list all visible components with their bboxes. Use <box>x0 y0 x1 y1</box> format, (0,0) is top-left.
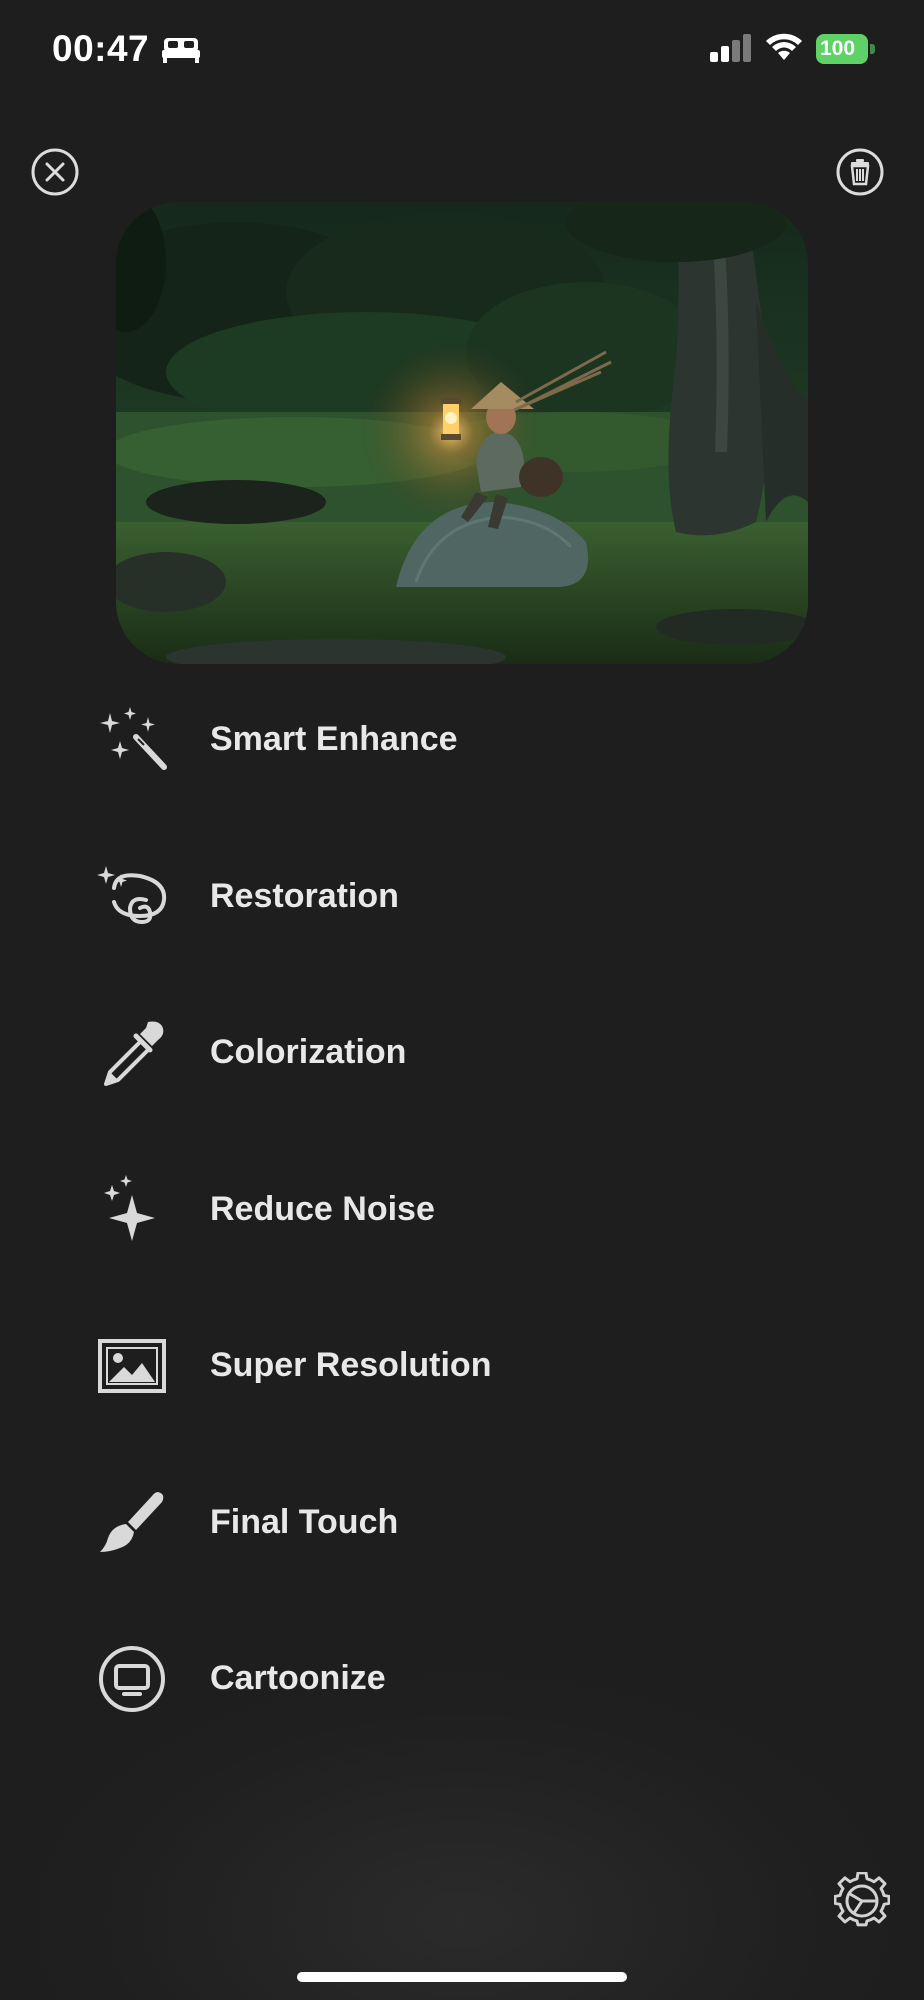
menu-item-restoration[interactable]: Restoration <box>96 847 796 947</box>
wifi-icon <box>766 33 802 60</box>
menu-item-cartoonize[interactable]: Cartoonize <box>96 1629 796 1729</box>
image-icon <box>98 1339 166 1393</box>
status-bar: 00:47 100 <box>0 0 924 100</box>
status-time: 00:47 <box>52 28 150 69</box>
bed-icon <box>162 38 200 63</box>
cellular-signal-icon <box>710 34 751 62</box>
dropper-icon <box>104 1021 164 1086</box>
menu-item-label: Cartoonize <box>210 1659 386 1697</box>
photo-preview[interactable] <box>116 202 808 664</box>
menu-item-label: Restoration <box>210 877 399 915</box>
settings-gear-icon[interactable] <box>834 1872 890 1928</box>
menu-item-label: Reduce Noise <box>210 1190 435 1228</box>
home-indicator[interactable] <box>297 1972 627 1982</box>
restoration-icon <box>97 866 167 925</box>
close-button[interactable] <box>31 148 79 196</box>
trash-button[interactable] <box>836 148 884 196</box>
menu-item-label: Super Resolution <box>210 1346 492 1384</box>
display-circle-icon <box>99 1646 165 1712</box>
battery-charging-icon: 100 <box>816 34 876 64</box>
menu-item-label: Final Touch <box>210 1503 399 1541</box>
menu-item-reduce-noise[interactable]: Reduce Noise <box>96 1160 796 1260</box>
sparkles-icon <box>104 1175 155 1241</box>
menu-item-smart-enhance[interactable]: Smart Enhance <box>96 690 796 790</box>
menu-item-label: Smart Enhance <box>210 720 458 758</box>
magic-wand-icon <box>100 707 167 770</box>
paintbrush-icon <box>100 1492 164 1552</box>
photo-image <box>116 202 808 664</box>
battery-level: 100 <box>820 37 856 60</box>
menu-item-colorization[interactable]: Colorization <box>96 1003 796 1103</box>
menu-item-label: Colorization <box>210 1033 407 1071</box>
menu-item-super-resolution[interactable]: Super Resolution <box>96 1316 796 1416</box>
menu-item-final-touch[interactable]: Final Touch <box>96 1473 796 1573</box>
